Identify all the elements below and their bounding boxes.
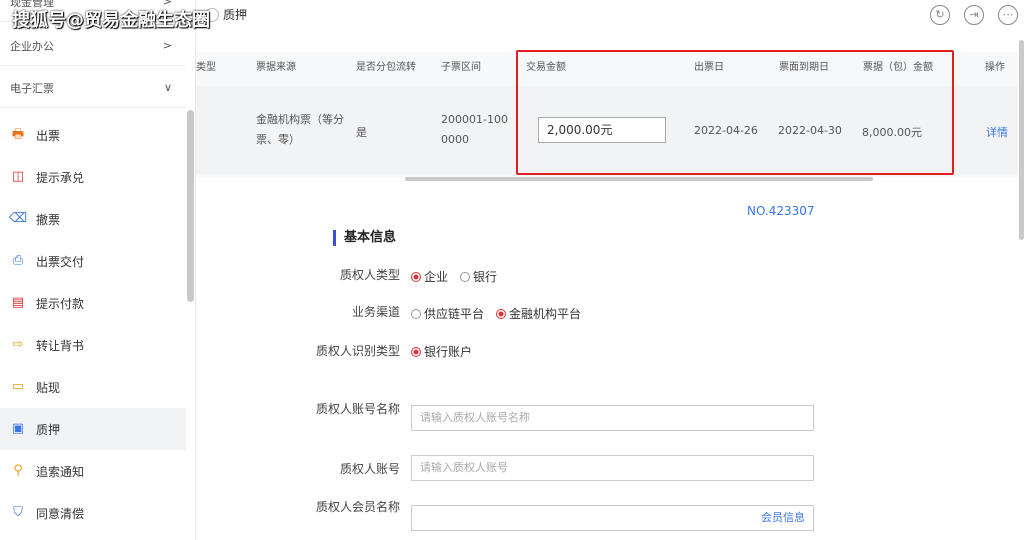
menu-icon: ◫ [11, 169, 25, 184]
cell-range: 200001-1000000 [441, 113, 508, 146]
sidebar: 现金管理 > 企业办公 > 电子汇票 ∨ 🖶 出票 ◫ 提示承兑 ⌫ 撤票 ⎙ 出票交付 ▤ 提示付款 ⇨… [0, 0, 196, 540]
table-scrollbar[interactable] [405, 177, 873, 181]
form-number: NO.423307 [747, 204, 815, 218]
col-action: 操作 [985, 62, 1005, 73]
detail-link[interactable]: 详情 [986, 124, 1008, 140]
menu-icon: ⛉ [13, 505, 23, 520]
id-type-label: 质权人识别类型 [315, 344, 400, 358]
cell-split: 是 [356, 126, 367, 139]
sidebar-item-label: 同意清偿 [36, 506, 85, 521]
radio-supply-chain[interactable]: 供应链平台 [411, 305, 484, 322]
sidebar-item-label: 提示承兑 [36, 170, 85, 185]
logout-icon[interactable]: ⇥ [964, 5, 984, 25]
acct-label: 质权人账号 [339, 462, 400, 476]
menu-icon: ▤ [11, 295, 25, 310]
id-type-group: 银行账户 [411, 343, 484, 360]
refresh-icon[interactable]: ↻ [930, 5, 950, 25]
col-source: 票据来源 [256, 62, 296, 73]
cell-source: 金融机构票（等分票、零） [256, 113, 344, 146]
section-title: 基本信息 [333, 230, 396, 246]
sidebar-group-office[interactable]: 企业办公 > [0, 26, 186, 66]
member-label: 质权人会员名称 [315, 500, 400, 514]
channel-label: 业务渠道 [351, 305, 400, 319]
sidebar-item-6[interactable]: ▭ 贴现 [0, 366, 186, 408]
menu-icon: ⌫ [8, 211, 28, 226]
col-split: 是否分包流转 [356, 62, 416, 73]
sidebar-item-4[interactable]: ▤ 提示付款 [0, 282, 186, 324]
chevron-right-icon: > [162, 39, 172, 52]
sidebar-item-9[interactable]: ⛉ 同意清偿 [0, 492, 186, 534]
radio-checked-icon [496, 308, 507, 319]
sidebar-item-label: 提示付款 [36, 296, 85, 311]
radio-unchecked-icon [411, 308, 421, 319]
radio-bank-account[interactable]: 银行账户 [411, 343, 472, 360]
sidebar-item-5[interactable]: ⇨ 转让背书 [0, 324, 186, 366]
menu-icon: 🖶 [11, 127, 25, 142]
breadcrumb-current: 质押 [223, 8, 248, 22]
col-range: 子票区间 [441, 62, 481, 73]
sidebar-item-8[interactable]: ⚲ 追索通知 [0, 450, 186, 492]
breadcrumb: 质押 [205, 6, 247, 23]
sidebar-item-7[interactable]: ▣ 质押 [0, 408, 186, 450]
sidebar-group-label: 企业办公 [10, 39, 54, 53]
highlight-box [516, 50, 954, 175]
member-input[interactable]: 会员信息 [411, 505, 814, 531]
sidebar-item-label: 出票交付 [36, 254, 85, 269]
acct-name-label: 质权人账号名称 [315, 402, 400, 416]
sidebar-group-label: 电子汇票 [10, 81, 54, 95]
channel-group: 供应链平台 金融机构平台 [411, 305, 593, 322]
sidebar-item-1[interactable]: ◫ 提示承兑 [0, 156, 186, 198]
pledgee-type-group: 企业 银行 [411, 268, 509, 285]
sidebar-item-3[interactable]: ⎙ 出票交付 [0, 240, 186, 282]
sidebar-item-label: 追索通知 [36, 464, 85, 479]
menu-icon: ⚲ [13, 463, 23, 478]
sidebar-group-ebill[interactable]: 电子汇票 ∨ [0, 68, 186, 108]
acct-name-input[interactable]: 请输入质权人账号名称 [411, 405, 814, 431]
pledgee-type-label: 质权人类型 [339, 268, 400, 282]
sidebar-item-2[interactable]: ⌫ 撤票 [0, 198, 186, 240]
more-icon[interactable]: ⋯ [998, 5, 1018, 25]
radio-enterprise[interactable]: 企业 [411, 268, 448, 285]
sidebar-item-0[interactable]: 🖶 出票 [0, 114, 186, 156]
radio-checked-icon [411, 271, 421, 282]
radio-unchecked-icon [460, 271, 471, 282]
menu-icon: ▭ [11, 379, 25, 394]
sidebar-item-label: 转让背书 [36, 338, 85, 353]
sidebar-item-label: 出票 [36, 128, 61, 143]
radio-checked-icon [411, 346, 421, 357]
menu-icon: ⇨ [12, 337, 24, 352]
chevron-down-icon: ∨ [163, 81, 172, 94]
menu-icon: ⎙ [12, 253, 24, 268]
radio-financial[interactable]: 金融机构平台 [496, 305, 581, 322]
radio-bank[interactable]: 银行 [460, 268, 497, 285]
page-scrollbar[interactable] [1019, 40, 1024, 240]
sidebar-scrollbar[interactable] [187, 110, 194, 302]
menu-icon: ▣ [11, 421, 25, 436]
sidebar-item-label: 贴现 [36, 380, 61, 395]
sidebar-item-label: 质押 [36, 422, 61, 437]
toolbar: ↻ ⇥ ⋯ [930, 5, 1018, 25]
sidebar-item-label: 撤票 [36, 212, 61, 227]
acct-input[interactable]: 请输入质权人账号 [411, 455, 814, 481]
watermark: 搜狐号@贸易金融生态圈 [12, 10, 210, 31]
col-type: 类型 [196, 62, 216, 73]
member-info-link[interactable]: 会员信息 [761, 506, 805, 530]
